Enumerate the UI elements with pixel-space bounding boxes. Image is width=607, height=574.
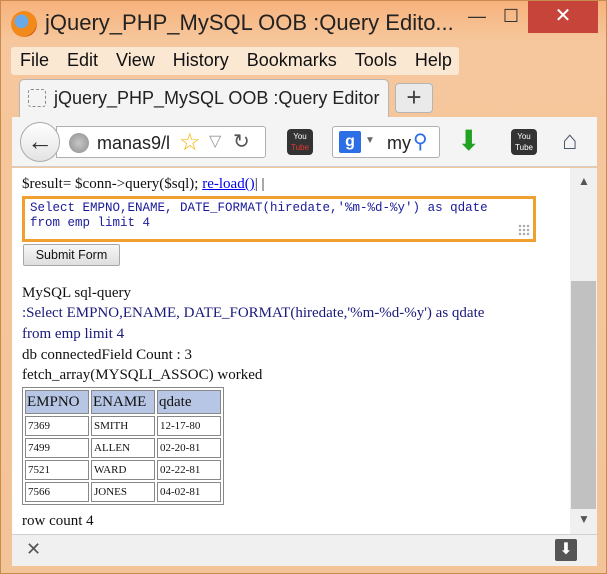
youtube-tube-icon[interactable]: You Tube	[511, 129, 537, 155]
table-cell: 02-22-81	[157, 460, 221, 480]
table-row: 7369 SMITH 12-17-80	[25, 416, 221, 436]
table-cell: SMITH	[91, 416, 155, 436]
firefox-icon	[11, 11, 37, 37]
resize-grip[interactable]	[518, 224, 530, 236]
connected-field-count: db connectedField Count : 3	[22, 347, 192, 363]
table-row: 7499 ALLEN 02-20-81	[25, 438, 221, 458]
bookmark-star-icon[interactable]: ☆	[179, 128, 201, 157]
window-title: jQuery_PHP_MySQL OOB :Query Edito...	[45, 10, 454, 35]
column-header-qdate: qdate	[157, 390, 221, 414]
cut-off-line: ¯¯¯¯¯¯¯¯¯¯¯¯¯¯¯¯¯¯¯¯¯¯	[22, 168, 187, 176]
menu-view[interactable]: View	[107, 47, 164, 75]
reload-link[interactable]: re-load()	[202, 176, 254, 192]
fetch-status: fetch_array(MYSQLI_ASSOC) worked	[22, 367, 263, 383]
menu-bar: File Edit View History Bookmarks Tools H…	[11, 47, 459, 75]
menu-edit[interactable]: Edit	[58, 47, 107, 75]
search-engine-dropdown-icon[interactable]: ▼	[365, 135, 375, 146]
results-table: EMPNO ENAME qdate 7369 SMITH 12-17-80 74…	[22, 387, 224, 505]
menu-history[interactable]: History	[164, 47, 238, 75]
mysql-label: MySQL sql-query	[22, 285, 132, 301]
sql-textarea[interactable]: Select EMPNO,ENAME, DATE_FORMAT(hiredate…	[22, 196, 536, 242]
url-dropdown-icon[interactable]: ▽	[209, 131, 221, 151]
back-button[interactable]: ←	[20, 122, 60, 162]
search-icon[interactable]: ⚲	[413, 129, 428, 154]
column-header-ename: ENAME	[91, 390, 155, 414]
table-cell: 7369	[25, 416, 89, 436]
download-icon[interactable]: ⬇	[555, 539, 577, 561]
table-cell: 02-20-81	[157, 438, 221, 458]
new-tab-button[interactable]: +	[395, 83, 433, 113]
row-count: row count 4	[22, 513, 94, 529]
column-header-empno: EMPNO	[25, 390, 89, 414]
title-bar[interactable]: jQuery_PHP_MySQL OOB :Query Edito... — ☐…	[1, 1, 606, 45]
table-cell: 12-17-80	[157, 416, 221, 436]
navigation-bar: manas9/l ☆ ▽ ↻ ← You Tube g ▼ my ⚲ ⬇ You T…	[12, 117, 597, 167]
home-icon[interactable]: ⌂	[562, 125, 578, 156]
scroll-up-icon[interactable]: ▲	[578, 174, 590, 188]
globe-icon	[69, 133, 89, 153]
scrollbar-thumb[interactable]	[571, 281, 596, 509]
vertical-scrollbar[interactable]: ▲ ▼	[570, 168, 597, 534]
table-cell: 7499	[25, 438, 89, 458]
tab-query-editor[interactable]: jQuery_PHP_MySQL OOB :Query Editor	[19, 79, 389, 117]
download-arrow-icon[interactable]: ⬇	[457, 124, 480, 157]
table-cell: 04-02-81	[157, 482, 221, 502]
menu-file[interactable]: File	[11, 47, 58, 75]
scroll-down-icon[interactable]: ▼	[578, 512, 590, 526]
google-icon[interactable]: g	[339, 131, 361, 153]
result-line: $result= $conn->query($sql); re-load()| …	[22, 176, 265, 192]
table-row: 7566 JONES 04-02-81	[25, 482, 221, 502]
maximize-button[interactable]: ☐	[494, 1, 528, 33]
menu-bookmarks[interactable]: Bookmarks	[238, 47, 346, 75]
browser-window: jQuery_PHP_MySQL OOB :Query Edito... — ☐…	[0, 0, 607, 574]
page-icon	[28, 89, 46, 107]
menu-tools[interactable]: Tools	[346, 47, 406, 75]
bottom-bar: ✕ ⬇	[12, 534, 597, 566]
url-text: manas9/l	[97, 133, 169, 153]
query-echo-line-2: from emp limit 4	[22, 326, 125, 342]
table-cell: WARD	[91, 460, 155, 480]
minimize-button[interactable]: —	[460, 1, 494, 33]
table-row: 7521 WARD 02-22-81	[25, 460, 221, 480]
reload-icon[interactable]: ↻	[233, 129, 250, 154]
table-header-row: EMPNO ENAME qdate	[25, 390, 221, 414]
search-input[interactable]: my	[387, 133, 411, 154]
table-cell: 7521	[25, 460, 89, 480]
close-button[interactable]: ✕	[528, 1, 598, 33]
close-icon[interactable]: ✕	[26, 539, 41, 560]
table-cell: 7566	[25, 482, 89, 502]
page-content: ¯¯¯¯¯¯¯¯¯¯¯¯¯¯¯¯¯¯¯¯¯¯ $result= $conn->q…	[12, 168, 570, 534]
query-echo-line-1: :Select EMPNO,ENAME, DATE_FORMAT(hiredat…	[22, 305, 485, 321]
menu-help[interactable]: Help	[406, 47, 461, 75]
tab-label: jQuery_PHP_MySQL OOB :Query Editor	[54, 88, 380, 108]
table-cell: ALLEN	[91, 438, 155, 458]
search-box[interactable]: g ▼ my ⚲	[332, 126, 440, 158]
url-bar[interactable]: manas9/l ☆ ▽ ↻	[56, 126, 266, 158]
submit-form-button[interactable]: Submit Form	[23, 244, 120, 266]
youtube-icon[interactable]: You Tube	[287, 129, 313, 155]
table-cell: JONES	[91, 482, 155, 502]
